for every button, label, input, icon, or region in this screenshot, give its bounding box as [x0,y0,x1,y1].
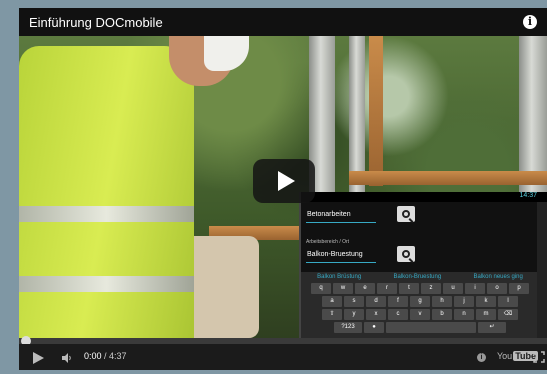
phone-status-bar: 14:37 [301,192,547,202]
key: u [443,283,463,294]
play-icon [277,171,295,191]
key: z [421,283,441,294]
key: e [355,283,375,294]
key: r [377,283,397,294]
key: ⌫ [498,309,518,320]
keyboard-row: q w e r t z u i o p [303,283,537,294]
control-bar: 0:00 / 4:37 i You Tube [19,344,547,370]
phone-field-work: Betonarbeiten [306,208,376,223]
fullscreen-icon[interactable] [533,351,545,363]
key: t [399,283,419,294]
suggestion: Balkon-Bruestung [393,274,442,280]
play-icon[interactable] [33,352,44,364]
key: q [311,283,331,294]
key: h [432,296,452,307]
mic-key: ● [364,322,384,333]
key: ⇧ [322,309,342,320]
key: ?123 [334,322,362,333]
key: b [432,309,452,320]
youtube-logo-text: You [497,351,513,361]
phone-clock: 14:37 [519,192,537,199]
suggestion: Balkon neues ging [473,274,523,280]
phone-keyboard: q w e r t z u i o p a s d f g h j k l ⇧ … [301,282,539,338]
page-background: Einführung DOCmobile i 14:37 Betonarbeit… [0,0,547,374]
video-frame[interactable]: 14:37 Betonarbeiten Arbeitsbereich / Ort… [19,36,547,338]
keyboard-row: ?123 ● ↵ [303,322,537,333]
info-icon[interactable]: i [477,353,486,362]
video-title-bar: Einführung DOCmobile i [19,8,547,36]
keyboard-suggestions: Balkon Brüstung Balkon-Bruestung Balkon … [301,272,539,282]
time-display: 0:00 / 4:37 [84,351,127,361]
vest-reflective-stripe [19,206,194,222]
key: s [344,296,364,307]
video-player[interactable]: Einführung DOCmobile i 14:37 Betonarbeit… [19,8,547,370]
volume-icon[interactable] [61,352,73,364]
key: k [476,296,496,307]
search-icon [397,206,415,222]
phone-side-bar [537,202,547,338]
phone-field-location: Balkon-Bruestung [306,248,376,263]
worker-helmet [204,36,249,71]
youtube-logo[interactable]: You Tube [497,351,539,361]
wooden-beam [369,36,383,186]
key: j [454,296,474,307]
worker-safety-vest [19,46,194,338]
keyboard-row: a s d f g h j k l [303,296,537,307]
key: a [322,296,342,307]
key: ↵ [478,322,506,333]
key: x [366,309,386,320]
current-time: 0:00 [84,351,102,361]
vest-reflective-stripe [19,276,194,292]
key: i [465,283,485,294]
key: w [333,283,353,294]
phone-app-screen: Betonarbeiten Arbeitsbereich / Ort Balko… [301,202,539,338]
key: c [388,309,408,320]
phone-screen-overlay: 14:37 Betonarbeiten Arbeitsbereich / Ort… [299,192,547,338]
key: n [454,309,474,320]
key: d [366,296,386,307]
video-title[interactable]: Einführung DOCmobile [29,15,163,30]
suggestion: Balkon Brüstung [317,274,362,280]
key: o [487,283,507,294]
search-icon [397,246,415,262]
play-button[interactable] [253,159,315,203]
info-icon[interactable]: i [523,15,537,29]
space-key [386,322,476,333]
phone-field-caption: Arbeitsbereich / Ort [306,239,350,245]
key: f [388,296,408,307]
duration: / 4:37 [104,351,127,361]
key: y [344,309,364,320]
key: l [498,296,518,307]
wooden-beam [349,171,547,185]
key: m [476,309,496,320]
key: p [509,283,529,294]
key: g [410,296,430,307]
keyboard-row: ⇧ y x c v b n m ⌫ [303,309,537,320]
key: v [410,309,430,320]
